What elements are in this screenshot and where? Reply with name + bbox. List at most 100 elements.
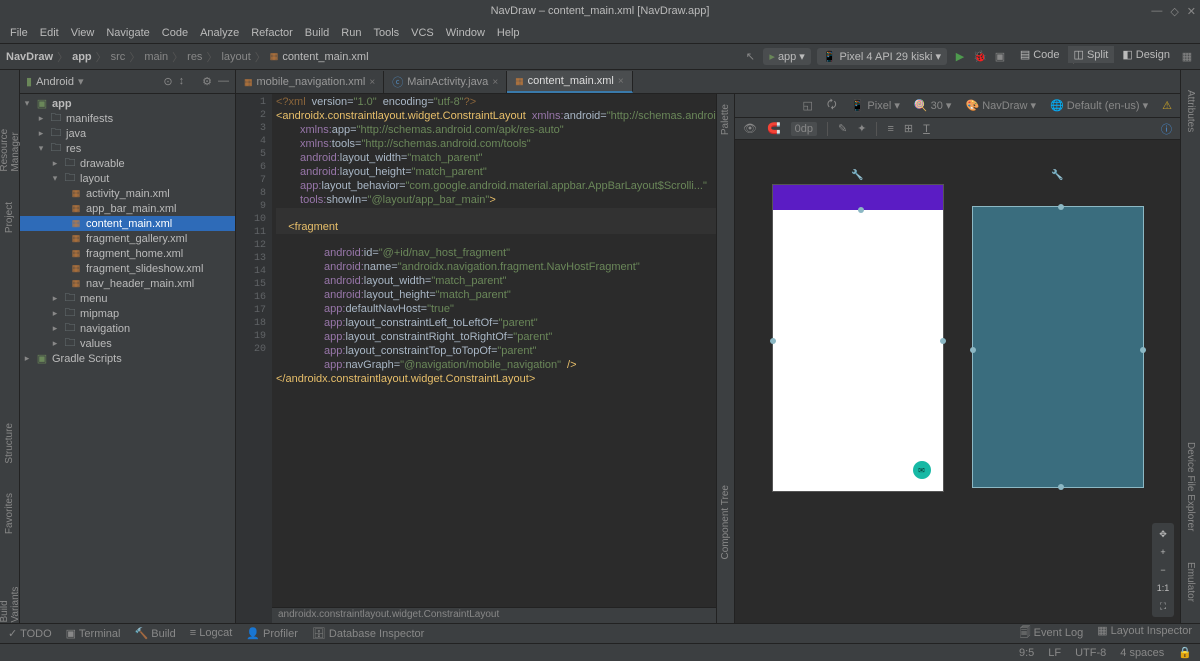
tree-layout[interactable]: ▾🗀layout [20,171,235,186]
zoom-in-icon[interactable]: + [1156,545,1170,559]
tree-file-fragment-slideshow[interactable]: ▦fragment_slideshow.xml [20,261,235,276]
theme-picker[interactable]: 🎨 NavDraw ▾ [965,99,1036,112]
bottom-todo[interactable]: ✓ TODO [8,627,52,640]
mode-design[interactable]: ◧ Design [1116,46,1176,63]
zoom-reset-icon[interactable]: ⛶ [1156,599,1170,613]
tab-main-activity[interactable]: ⓒMainActivity.java× [384,71,507,93]
zoom-out-icon[interactable]: − [1156,563,1170,577]
mode-code[interactable]: ▤ Code [1014,46,1066,63]
zoom-fit-icon[interactable]: 1:1 [1156,581,1170,595]
design-canvas[interactable]: 🔧 ✉ 🔧 [735,140,1180,623]
tree-navigation[interactable]: ▸🗀navigation [20,321,235,336]
locale-picker[interactable]: 🌐 Default (en-us) ▾ [1050,99,1148,112]
device-selector[interactable]: 📱Pixel 4 API 29 kiski▾ [817,48,947,65]
debug-icon[interactable]: 🐞 [973,50,987,64]
status-lock-icon[interactable]: 🔒 [1178,646,1192,659]
tree-file-content-main[interactable]: ▦content_main.xml [20,216,235,231]
menu-code[interactable]: Code [156,27,194,39]
clear-constraints-icon[interactable]: ✎ [838,122,847,135]
settings-icon[interactable]: ▦ [1180,50,1194,64]
hide-icon[interactable]: — [218,75,229,88]
baseline-icon[interactable]: T [923,123,930,135]
crumb-file[interactable]: content_main.xml [282,51,368,63]
tree-file-app-bar-main[interactable]: ▦app_bar_main.xml [20,201,235,216]
api-picker[interactable]: 🍭 30 ▾ [914,99,952,112]
menu-file[interactable]: File [4,27,34,39]
crumb-project[interactable]: NavDraw [6,51,53,63]
menu-navigate[interactable]: Navigate [100,27,155,39]
code-body[interactable]: <?xml version="1.0" encoding="utf-8"?> <… [272,94,716,623]
default-margin[interactable]: 0dp [791,122,817,136]
project-tree[interactable]: ▾▣app ▸🗀manifests ▸🗀java ▾🗀res ▸🗀drawabl… [20,94,235,623]
magnet-icon[interactable]: 🧲 [767,122,781,135]
rail-favorites[interactable]: Favorites [4,493,15,534]
gear-icon[interactable]: ⚙ [202,75,212,88]
menu-vcs[interactable]: VCS [405,27,440,39]
menu-edit[interactable]: Edit [34,27,65,39]
tab-mobile-navigation[interactable]: ▦mobile_navigation.xml× [236,71,384,93]
close-icon[interactable]: × [618,76,624,87]
bottom-logcat[interactable]: ≡ Logcat [190,627,233,640]
pan-icon[interactable]: ✥ [1156,527,1170,541]
project-view-selector[interactable]: ▮Android▾ [26,75,84,88]
crumb-res[interactable]: res [187,51,202,63]
tree-file-fragment-gallery[interactable]: ▦fragment_gallery.xml [20,231,235,246]
crumb-src[interactable]: src [111,51,126,63]
view-options-icon[interactable]: 👁 [743,122,757,135]
maximize-icon[interactable]: ◇ [1170,5,1178,18]
tree-file-nav-header-main[interactable]: ▦nav_header_main.xml [20,276,235,291]
code-breadcrumb[interactable]: androidx.constraintlayout.widget.Constra… [272,607,716,623]
align-icon[interactable]: ≡ [887,123,893,135]
close-icon[interactable]: ✕ [1187,5,1196,18]
wrench-icon[interactable]: 🔧 [773,170,943,181]
crumb-layout[interactable]: layout [221,51,250,63]
tree-file-activity-main[interactable]: ▦activity_main.xml [20,186,235,201]
warnings-icon[interactable]: ⚠ [1162,99,1172,112]
menu-help[interactable]: Help [491,27,526,39]
menu-view[interactable]: View [65,27,101,39]
rail-build-variants[interactable]: Build Variants [0,564,21,623]
device-preview[interactable]: ✉ [773,185,943,491]
bottom-terminal[interactable]: ▣ Terminal [66,627,121,640]
bottom-layout-inspector[interactable]: ▦ Layout Inspector [1097,624,1192,643]
close-icon[interactable]: × [492,77,498,88]
tree-menu[interactable]: ▸🗀menu [20,291,235,306]
menu-tools[interactable]: Tools [367,27,405,39]
guidelines-icon[interactable]: ⊞ [904,122,913,135]
bottom-event-log[interactable]: 🗐 Event Log [1020,624,1084,643]
crumb-main[interactable]: main [144,51,168,63]
device-picker[interactable]: 📱 Pixel ▾ [851,99,900,112]
status-cursor-pos[interactable]: 9:5 [1019,647,1034,659]
code-editor[interactable]: 1234567891011121314151617181920 <?xml ve… [236,94,716,623]
close-icon[interactable]: × [369,77,375,88]
rail-resource-manager[interactable]: Resource Manager [0,90,21,172]
orientation-icon[interactable]: 🗘 [827,96,837,115]
select-mode-icon[interactable]: ◱ [802,99,812,112]
tree-file-fragment-home[interactable]: ▦fragment_home.xml [20,246,235,261]
wrench-icon[interactable]: 🔧 [973,170,1143,181]
bottom-profiler[interactable]: 👤 Profiler [246,627,298,640]
menu-refactor[interactable]: Refactor [245,27,299,39]
rail-palette[interactable]: Palette [720,104,731,135]
rail-emulator[interactable]: Emulator [1185,562,1196,602]
menu-analyze[interactable]: Analyze [194,27,245,39]
expand-all-icon[interactable]: ↕ [179,75,185,88]
menu-window[interactable]: Window [440,27,491,39]
rail-attributes[interactable]: Attributes [1185,90,1196,132]
crumb-module[interactable]: app [72,51,92,63]
mode-split[interactable]: ◫ Split [1068,46,1115,63]
tree-mipmap[interactable]: ▸🗀mipmap [20,306,235,321]
bottom-db[interactable]: 🗄 Database Inspector [312,627,424,640]
info-icon[interactable]: ⓘ [1161,121,1172,137]
status-indent[interactable]: 4 spaces [1120,647,1164,659]
rail-component-tree[interactable]: Component Tree [720,485,731,560]
tree-gradle[interactable]: ▸▣Gradle Scripts [20,351,235,366]
bottom-build[interactable]: 🔨 Build [135,627,176,640]
run-config-selector[interactable]: ▸app▾ [763,48,810,65]
tree-values[interactable]: ▸🗀values [20,336,235,351]
minimize-icon[interactable]: — [1151,5,1162,18]
rail-project[interactable]: Project [4,202,15,233]
rail-structure[interactable]: Structure [4,423,15,464]
status-encoding[interactable]: UTF-8 [1075,647,1106,659]
infer-constraints-icon[interactable]: ✦ [857,122,866,135]
